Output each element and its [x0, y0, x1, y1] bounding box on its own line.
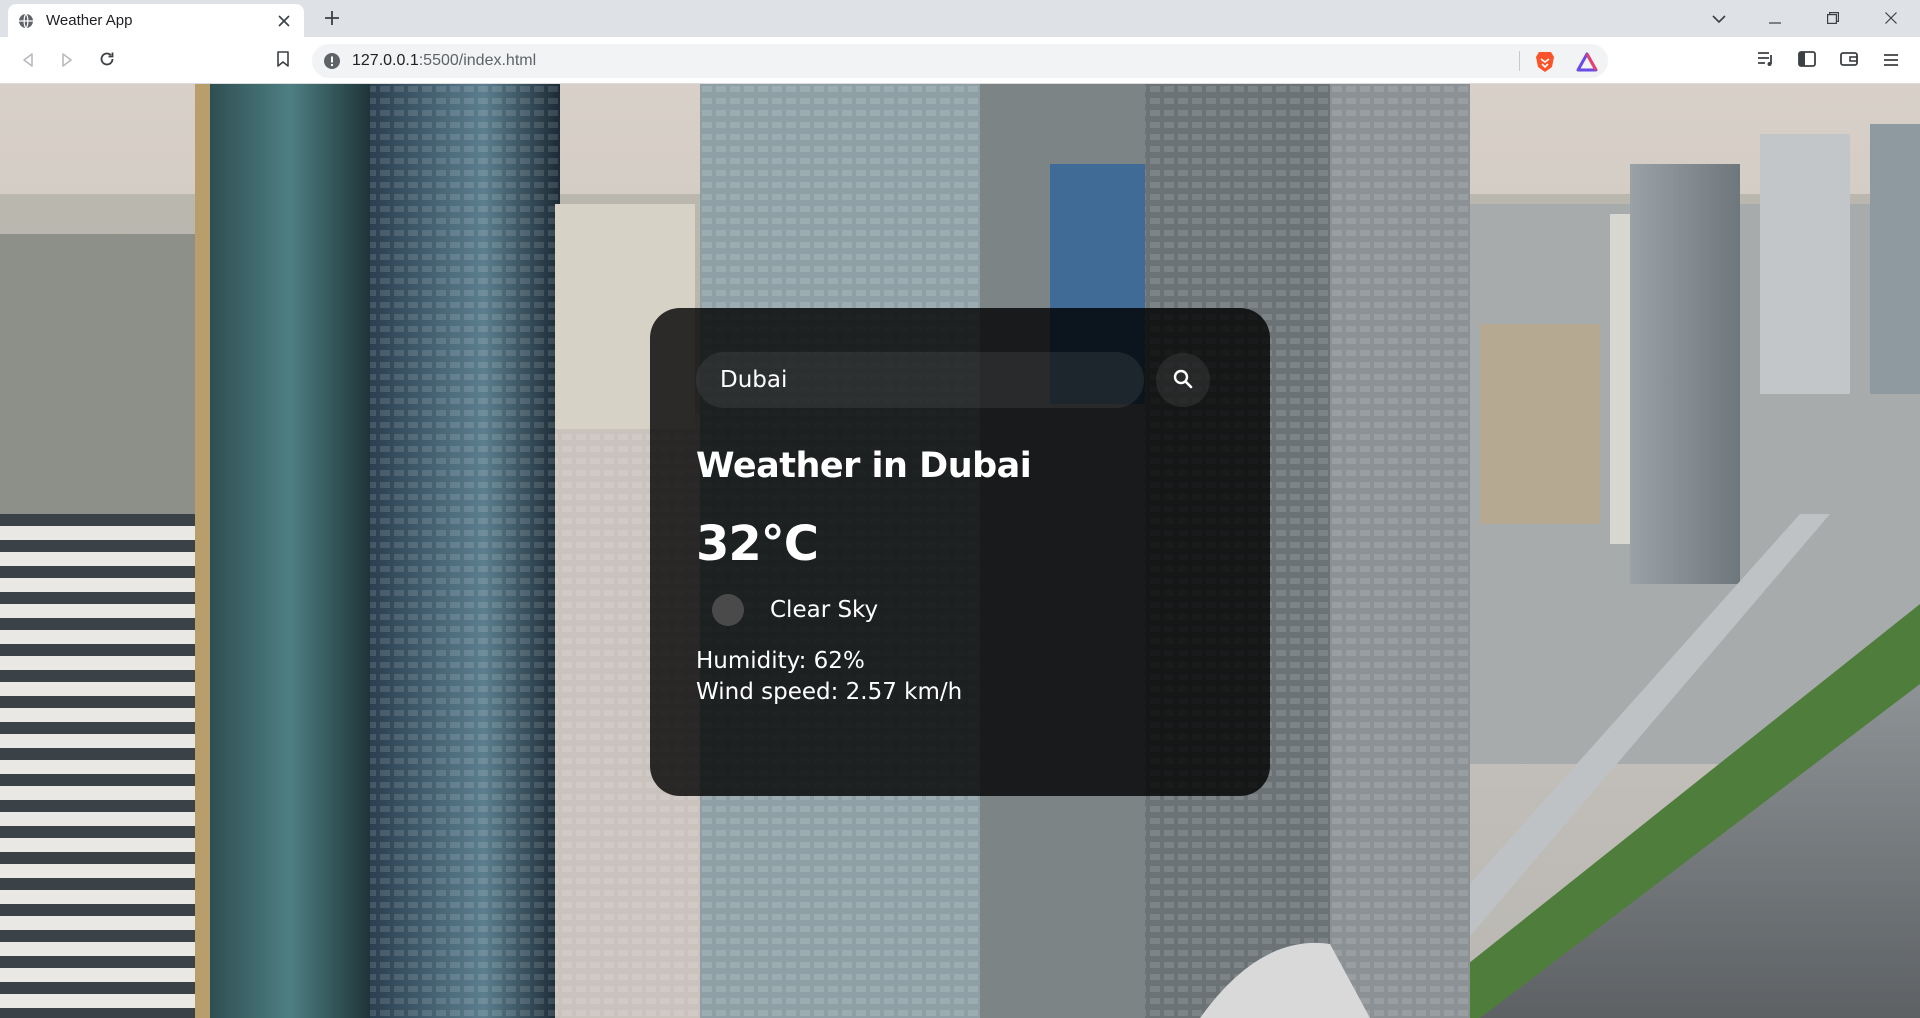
back-button[interactable] — [13, 46, 43, 76]
wallet-icon — [1840, 51, 1858, 71]
forward-button[interactable] — [52, 46, 82, 76]
info-icon[interactable] — [324, 53, 340, 69]
tab-title: Weather App — [46, 12, 133, 29]
humidity: Humidity: 62% — [696, 648, 865, 674]
address-bar[interactable]: 127.0.0.1:5500/index.html — [312, 44, 1608, 78]
city-search-input[interactable] — [696, 352, 1144, 408]
wallet-button[interactable] — [1835, 47, 1863, 75]
temperature: 32°C — [696, 516, 819, 572]
media-button[interactable] — [1752, 47, 1780, 75]
chevron-down-icon — [1712, 9, 1726, 28]
weather-icon — [712, 594, 744, 626]
weather-card: Weather in Dubai 32°C Clear Sky Humidity… — [650, 308, 1270, 796]
omnibox-divider — [1519, 51, 1520, 71]
arrow-right-icon — [60, 52, 74, 71]
bookmark-icon — [277, 51, 289, 71]
url-path: :5500/index.html — [418, 52, 537, 69]
tab-search-button[interactable] — [1696, 0, 1742, 37]
reload-button[interactable] — [92, 46, 122, 76]
search-bar — [696, 352, 1224, 408]
bookmark-button[interactable] — [268, 46, 298, 76]
wind-speed: Wind speed: 2.57 km/h — [696, 679, 963, 705]
weather-description-row: Clear Sky — [696, 594, 1224, 626]
close-icon[interactable] — [274, 11, 294, 31]
page-viewport: Weather in Dubai 32°C Clear Sky Humidity… — [0, 84, 1920, 1018]
globe-icon — [18, 13, 34, 29]
sidebar-icon — [1798, 51, 1816, 71]
minimize-icon — [1769, 9, 1781, 28]
browser-tab[interactable]: Weather App — [8, 4, 304, 37]
weather-description: Clear Sky — [770, 597, 879, 623]
restore-button[interactable] — [1810, 0, 1856, 37]
close-window-button[interactable] — [1868, 0, 1914, 37]
search-icon — [1173, 369, 1193, 392]
minimize-button[interactable] — [1752, 0, 1798, 37]
sidebar-button[interactable] — [1793, 47, 1821, 75]
url-host: 127.0.0.1 — [352, 52, 419, 69]
search-button[interactable] — [1156, 353, 1210, 407]
menu-button[interactable] — [1877, 47, 1905, 75]
city-heading: Weather in Dubai — [696, 446, 1032, 486]
tab-strip: Weather App — [0, 0, 1920, 37]
arrow-left-icon — [21, 52, 35, 71]
new-tab-button[interactable] — [318, 6, 346, 34]
browser-toolbar: 127.0.0.1:5500/index.html — [0, 37, 1920, 84]
lion-icon[interactable] — [1534, 51, 1556, 73]
plus-icon — [324, 10, 340, 30]
hamburger-icon — [1883, 52, 1899, 71]
reload-icon — [99, 51, 115, 71]
playlist-icon — [1757, 51, 1775, 71]
url-text: 127.0.0.1:5500/index.html — [352, 52, 536, 70]
close-icon — [1885, 9, 1897, 28]
triangle-icon[interactable] — [1576, 51, 1598, 73]
restore-icon — [1827, 9, 1839, 28]
